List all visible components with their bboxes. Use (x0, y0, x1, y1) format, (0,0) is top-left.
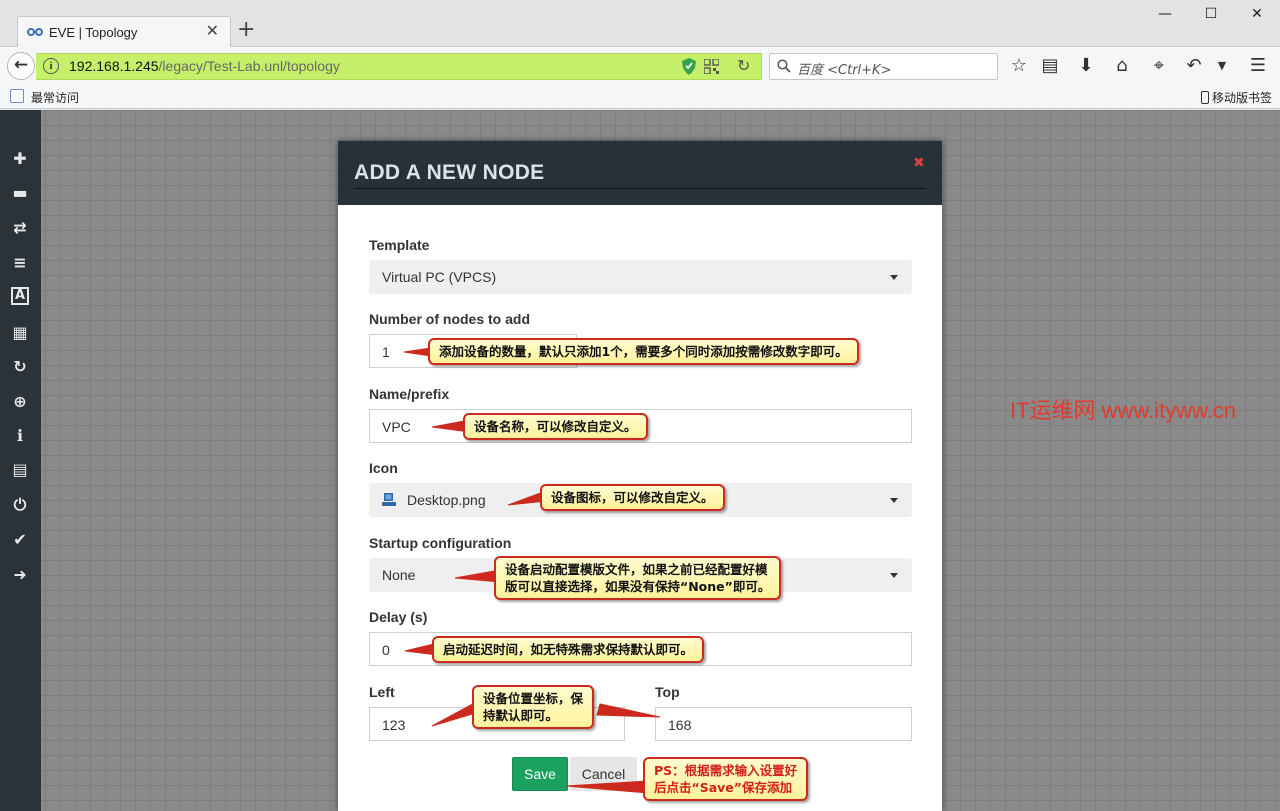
check-icon[interactable]: ✔ (8, 529, 32, 551)
sidebar: ✚ ▬ ⇄ ≡ A ▦ ↻ ⊕ ℹ ▤ ⏻ ✔ ➜ (0, 110, 41, 811)
top-label: Top (655, 684, 680, 700)
undo-icon[interactable]: ↶ (1183, 55, 1205, 77)
bookmark-star-icon[interactable]: ☆ (1008, 55, 1030, 77)
template-select[interactable]: Virtual PC (VPCS) (369, 260, 912, 294)
logout-icon[interactable]: ➜ (8, 564, 32, 586)
minimize-button[interactable]: — (1150, 6, 1180, 22)
refresh-icon[interactable]: ↻ (8, 356, 32, 378)
node-count-label: Number of nodes to add (369, 311, 530, 327)
ps-callout: PS：根据需求输入设置好 后点击“Save”保存添加 (643, 757, 809, 801)
header-divider (354, 188, 926, 189)
window-close-button[interactable]: ✕ (1242, 6, 1272, 22)
startup-configs-icon[interactable]: ≡ (8, 252, 32, 274)
name-prefix-label: Name/prefix (369, 386, 450, 402)
back-button[interactable]: ← (7, 52, 35, 80)
add-icon[interactable]: ✚ (8, 148, 32, 170)
url-text: 192.168.1.245/legacy/Test-Lab.unl/topolo… (69, 58, 340, 74)
text-icon[interactable]: A (11, 287, 29, 305)
desktop-icon (382, 493, 396, 506)
bookmark-folder-icon (10, 89, 24, 103)
template-label: Template (369, 237, 430, 253)
modal-header: ADD A NEW NODE ✖ (338, 141, 942, 205)
icon-label: Icon (369, 460, 398, 476)
most-visited-bookmark[interactable]: 最常访问 (31, 89, 79, 106)
search-icon (777, 59, 791, 73)
startup-config-label: Startup configuration (369, 535, 512, 551)
save-button[interactable]: Save (512, 757, 568, 791)
delay-label: Delay (s) (369, 609, 428, 625)
chevron-down-icon (890, 498, 898, 503)
url-bar[interactable]: i 192.168.1.245/legacy/Test-Lab.unl/topo… (36, 53, 762, 80)
chevron-down-icon (890, 573, 898, 578)
eve-logo-icon (27, 28, 43, 36)
download-icon[interactable]: ⬇ (1075, 55, 1097, 77)
tab-close-icon[interactable]: ✕ (206, 22, 219, 40)
search-placeholder: 百度 <Ctrl+K> (797, 63, 892, 78)
list-icon[interactable]: ▤ (8, 459, 32, 481)
info-icon[interactable]: ℹ (8, 425, 32, 447)
icon-callout: 设备图标，可以修改自定义。 (540, 484, 725, 511)
modal-title: ADD A NEW NODE (354, 161, 545, 184)
nodes-icon[interactable]: ▬ (8, 182, 32, 204)
new-tab-button[interactable]: + (237, 19, 255, 41)
zoom-icon[interactable]: ⊕ (8, 391, 32, 413)
menu-icon[interactable]: ☰ (1247, 55, 1269, 77)
cancel-button[interactable]: Cancel (570, 757, 637, 791)
chevron-down-icon (890, 275, 898, 280)
count-callout: 添加设备的数量，默认只添加1个，需要多个同时添加按需修改数字即可。 (428, 338, 859, 365)
networks-icon[interactable]: ⇄ (8, 217, 32, 239)
reload-icon[interactable]: ↻ (737, 56, 750, 75)
mobile-bookmarks[interactable]: 移动版书签 (1200, 89, 1272, 106)
browser-tab[interactable]: EVE | Topology ✕ (17, 16, 231, 47)
add-node-modal: ADD A NEW NODE ✖ Template Virtual PC (VP… (338, 141, 942, 811)
tab-title: EVE | Topology (49, 25, 138, 40)
startup-callout: 设备启动配置模版文件，如果之前已经配置好模 版可以直接选择，如果没有保持“Non… (494, 556, 782, 600)
screenshot-crop-icon[interactable]: ⌖ (1148, 55, 1170, 77)
watermark: IT运维网 www.ityww.cn (1010, 398, 1237, 423)
power-icon[interactable]: ⏻ (8, 494, 32, 516)
navigation-toolbar: ← i 192.168.1.245/legacy/Test-Lab.unl/to… (0, 47, 1280, 85)
home-icon[interactable]: ⌂ (1111, 55, 1133, 77)
left-label: Left (369, 684, 395, 700)
reading-list-icon[interactable]: ▤ (1039, 55, 1061, 77)
delay-callout: 启动延迟时间，如无特殊需求保持默认即可。 (432, 636, 705, 663)
site-info-icon[interactable]: i (43, 58, 59, 74)
grid-icon[interactable]: ▦ (8, 322, 32, 344)
qr-code-icon[interactable] (704, 59, 719, 74)
bookmarks-toolbar: 最常访问 移动版书签 (0, 85, 1280, 109)
top-field[interactable]: 168 (655, 707, 912, 741)
search-bar[interactable]: 百度 <Ctrl+K> (769, 53, 998, 80)
shield-icon[interactable] (682, 58, 696, 75)
position-callout: 设备位置坐标，保 持默认即可。 (472, 685, 595, 729)
phone-icon (1200, 91, 1209, 104)
maximize-button[interactable]: ☐ (1196, 6, 1226, 22)
tab-strip: EVE | Topology ✕ + — ☐ ✕ (0, 0, 1280, 47)
topology-canvas[interactable]: ✚ ▬ ⇄ ≡ A ▦ ↻ ⊕ ℹ ▤ ⏻ ✔ ➜ IT运维网 www.ityw… (0, 110, 1280, 811)
name-callout: 设备名称，可以修改自定义。 (463, 413, 648, 440)
dropdown-arrow-icon[interactable]: ▼ (1211, 55, 1233, 77)
close-icon[interactable]: ✖ (913, 155, 925, 171)
